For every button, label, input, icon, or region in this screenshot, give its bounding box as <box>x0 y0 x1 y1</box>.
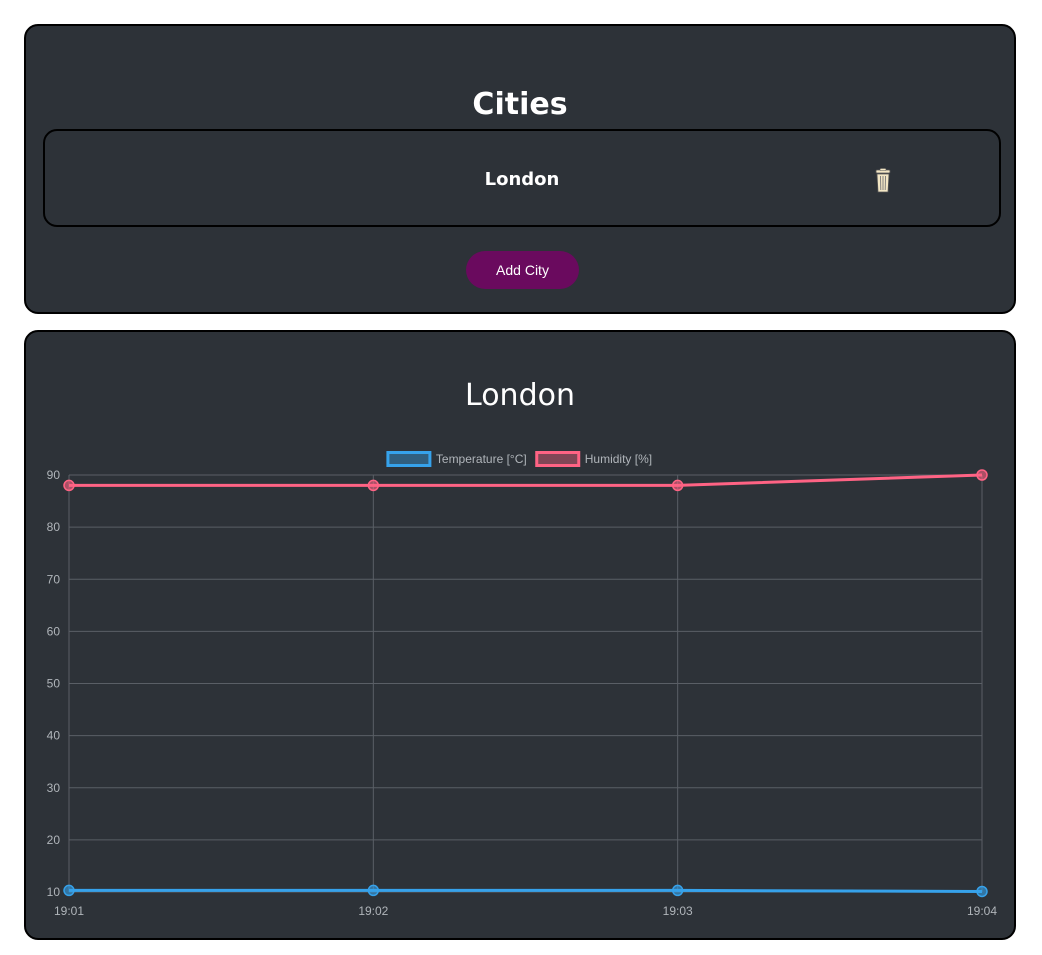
chart-legend: Temperature [°C] Humidity [%] <box>386 451 652 467</box>
data-point-0[interactable] <box>63 884 75 897</box>
x-tick-label: 19:04 <box>967 904 997 918</box>
series-line-0 <box>69 888 983 893</box>
y-tick-label: 30 <box>47 781 61 795</box>
y-tick-label: 40 <box>47 729 61 743</box>
y-tick-label: 60 <box>47 624 61 638</box>
y-tick-label: 80 <box>47 520 61 534</box>
chart-grid <box>68 474 983 893</box>
cities-card: Cities London Add City <box>24 24 1016 314</box>
data-point-1[interactable] <box>367 479 380 492</box>
cities-title: Cities <box>472 87 568 122</box>
trash-icon[interactable] <box>873 168 893 194</box>
series-line-1 <box>69 473 983 487</box>
legend-swatch-0[interactable] <box>386 451 432 467</box>
x-tick-label: 19:01 <box>54 904 84 918</box>
city-row-london[interactable]: London <box>43 129 1001 227</box>
legend-label-0[interactable]: Temperature [°C] <box>436 452 527 466</box>
x-tick-label: 19:02 <box>358 904 388 918</box>
y-tick-label: 10 <box>47 885 61 899</box>
data-point-0[interactable] <box>367 884 380 897</box>
chart-card: London 10 20 30 40 50 60 70 80 90 19:01 19:02 19:03… <box>24 330 1016 940</box>
data-point-1[interactable] <box>976 469 988 481</box>
city-name: London <box>484 169 560 190</box>
y-tick-label: 90 <box>47 468 61 482</box>
y-tick-label: 20 <box>47 833 61 847</box>
legend-swatch-1[interactable] <box>535 451 581 467</box>
data-point-0[interactable] <box>671 884 684 897</box>
data-point-1[interactable] <box>671 479 684 492</box>
chart-axis-labels: 10 20 30 40 50 60 70 80 90 19:01 19:02 19:03 19:04 <box>47 468 998 918</box>
line-chart: 10 20 30 40 50 60 70 80 90 19:01 19:02 19:03 19:04 T… <box>47 451 998 918</box>
data-point-0[interactable] <box>976 885 988 898</box>
y-tick-label: 70 <box>47 572 61 586</box>
legend-label-1[interactable]: Humidity [%] <box>585 452 652 466</box>
add-city-button[interactable]: Add City <box>466 251 579 289</box>
y-tick-label: 50 <box>47 677 61 691</box>
data-point-1[interactable] <box>63 479 75 492</box>
x-tick-label: 19:03 <box>663 904 693 918</box>
